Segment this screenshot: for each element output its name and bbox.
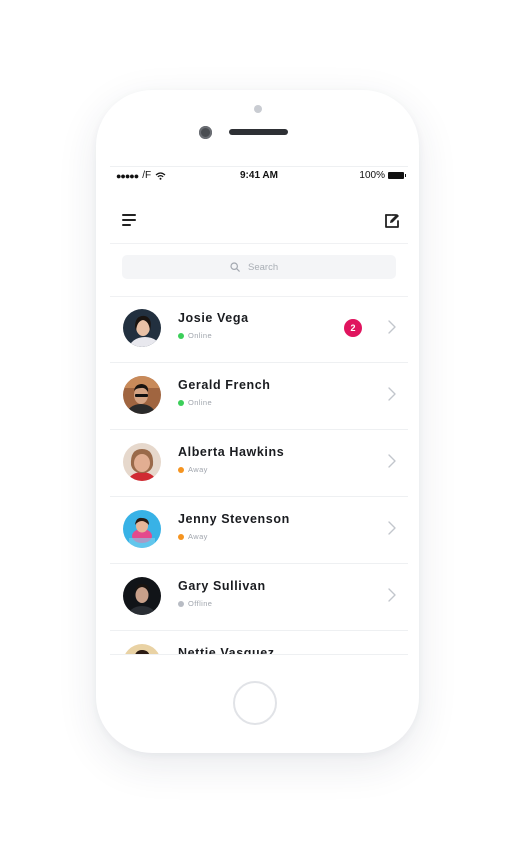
status-dot-icon [178,600,184,607]
status-bar: ●●●●● /F 9:41 AM 100% [110,167,408,185]
menu-icon[interactable] [122,214,136,226]
search-input[interactable] [248,261,288,273]
contact-row[interactable]: Josie Vega Online 2 [110,296,408,363]
battery-icon [388,172,406,179]
unread-badge: 2 [344,319,362,337]
front-camera [199,126,212,139]
app-screen: ●●●●● /F 9:41 AM 100% Search Josie Vega … [110,166,408,664]
chevron-right-icon [388,320,396,334]
search-section [110,244,408,297]
contact-row[interactable]: Alberta Hawkins Away [110,430,408,497]
contact-name: Jenny Stevenson [178,512,290,526]
search-bar[interactable] [122,255,396,279]
avatar [123,577,161,615]
contact-status: Online [178,398,212,407]
contact-row[interactable]: Jenny Stevenson Away [110,497,408,564]
search-icon [230,262,240,272]
contact-name: Gerald French [178,378,271,392]
home-button[interactable] [233,681,277,725]
chevron-right-icon [388,454,396,468]
avatar [123,376,161,414]
earpiece-speaker [229,129,288,135]
contact-row[interactable]: Gary Sullivan Offline [110,564,408,631]
battery-label: 100% [359,170,385,181]
status-dot-icon [178,332,184,339]
contact-status: Away [178,532,208,541]
avatar [123,443,161,481]
compose-icon[interactable] [384,213,400,229]
nav-bar [110,197,408,244]
status-dot-icon [178,399,184,406]
chevron-right-icon [388,521,396,535]
status-dot-icon [178,466,184,473]
avatar [123,510,161,548]
status-right: 100% [359,170,406,181]
contact-name: Josie Vega [178,311,249,325]
status-label: Offline [188,599,213,608]
contact-status: Offline [178,599,212,608]
status-label: Online [188,398,213,407]
proximity-sensor [254,105,262,113]
status-label: Away [188,532,208,541]
contact-row[interactable]: Gerald French Online [110,363,408,430]
phone-frame: ●●●●● /F 9:41 AM 100% Search Josie Vega … [96,90,419,753]
contact-list: Josie Vega Online 2 Gerald French Online… [110,296,408,664]
contact-name: Alberta Hawkins [178,445,285,459]
contact-name: Gary Sullivan [178,579,266,593]
status-label: Away [188,465,208,474]
chevron-right-icon [388,588,396,602]
chevron-right-icon [388,387,396,401]
contact-status: Away [178,465,208,474]
status-label: Online [188,331,213,340]
contact-status: Online [178,331,212,340]
status-dot-icon [178,533,184,540]
avatar [123,309,161,347]
tab-bar [110,654,408,664]
